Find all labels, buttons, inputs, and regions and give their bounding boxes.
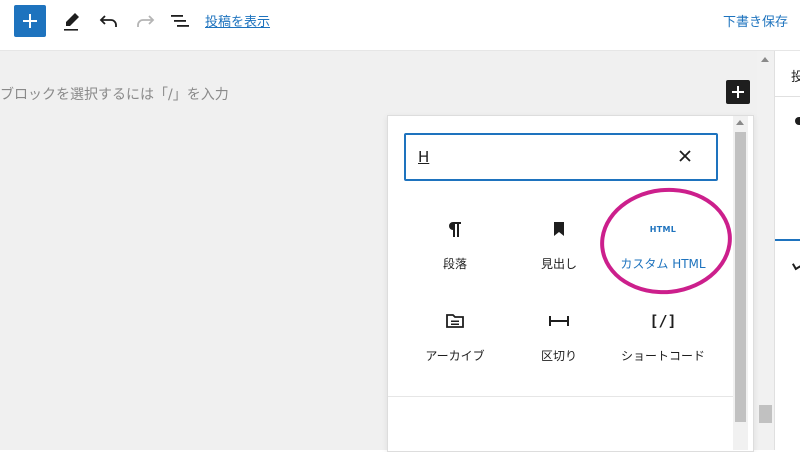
- check-icon: [791, 258, 800, 271]
- block-label: ショートコード: [620, 349, 705, 363]
- inserter-scrollbar[interactable]: [733, 116, 748, 450]
- pin-icon: [795, 117, 800, 125]
- pencil-icon: [64, 13, 79, 31]
- block-placeholder[interactable]: ブロックを選択するには「/」を入力: [0, 84, 229, 104]
- scroll-up-arrow-icon[interactable]: [736, 120, 744, 125]
- sidebar-divider: [775, 96, 800, 97]
- settings-sidebar: 投: [774, 51, 800, 450]
- close-icon: [679, 150, 691, 162]
- plus-icon: [732, 86, 744, 98]
- editor-toolbar: 投稿を表示 下書き保存: [0, 0, 800, 51]
- block-label: 段落: [442, 257, 467, 271]
- block-custom-html[interactable]: HTML カスタム HTML: [611, 217, 715, 287]
- tools-button[interactable]: [60, 9, 84, 33]
- redo-button[interactable]: [133, 9, 157, 33]
- inserter-scrollbar-thumb[interactable]: [735, 132, 746, 422]
- undo-icon: [99, 15, 117, 27]
- separator-icon: [547, 309, 571, 333]
- block-archives[interactable]: アーカイブ: [403, 309, 507, 379]
- bookmark-icon: [547, 217, 571, 241]
- clear-search-button[interactable]: [676, 147, 694, 165]
- shortcode-icon-text: [/]: [649, 312, 677, 330]
- view-post-link[interactable]: 投稿を表示: [205, 11, 270, 30]
- undo-button[interactable]: [97, 9, 121, 33]
- plus-icon: [23, 14, 37, 28]
- shortcode-icon: [/]: [643, 309, 683, 333]
- scroll-up-arrow-icon[interactable]: [761, 57, 769, 62]
- document-overview-button[interactable]: [168, 9, 192, 33]
- block-label: カスタム HTML: [620, 257, 706, 271]
- block-label: 区切り: [540, 349, 577, 363]
- inserter-divider: [388, 396, 735, 397]
- redo-icon: [137, 15, 155, 27]
- block-label: アーカイブ: [425, 349, 485, 363]
- sidebar-tab-post[interactable]: 投: [791, 66, 800, 85]
- block-heading[interactable]: 見出し: [507, 217, 611, 287]
- block-search-input[interactable]: [416, 145, 650, 169]
- save-draft-button[interactable]: 下書き保存: [723, 11, 788, 30]
- paragraph-icon: [443, 217, 467, 241]
- block-inserter-popover: 段落 見出し HTML カスタム HTML アーカイブ: [387, 115, 754, 452]
- page-scrollbar[interactable]: [757, 51, 774, 450]
- inline-add-block-button[interactable]: [726, 80, 750, 104]
- list-view-icon: [171, 15, 189, 27]
- block-shortcode[interactable]: [/] ショートコード: [611, 309, 715, 379]
- folder-icon: [443, 309, 467, 333]
- block-search-box[interactable]: [404, 133, 718, 181]
- html-icon-text: HTML: [649, 224, 677, 234]
- block-label: 見出し: [540, 257, 577, 271]
- page-scrollbar-thumb[interactable]: [759, 405, 772, 423]
- add-block-button[interactable]: [14, 5, 46, 37]
- sidebar-active-tab-indicator: [775, 239, 800, 241]
- html-icon: HTML: [643, 217, 683, 241]
- block-separator[interactable]: 区切り: [507, 309, 611, 379]
- block-paragraph[interactable]: 段落: [403, 217, 507, 287]
